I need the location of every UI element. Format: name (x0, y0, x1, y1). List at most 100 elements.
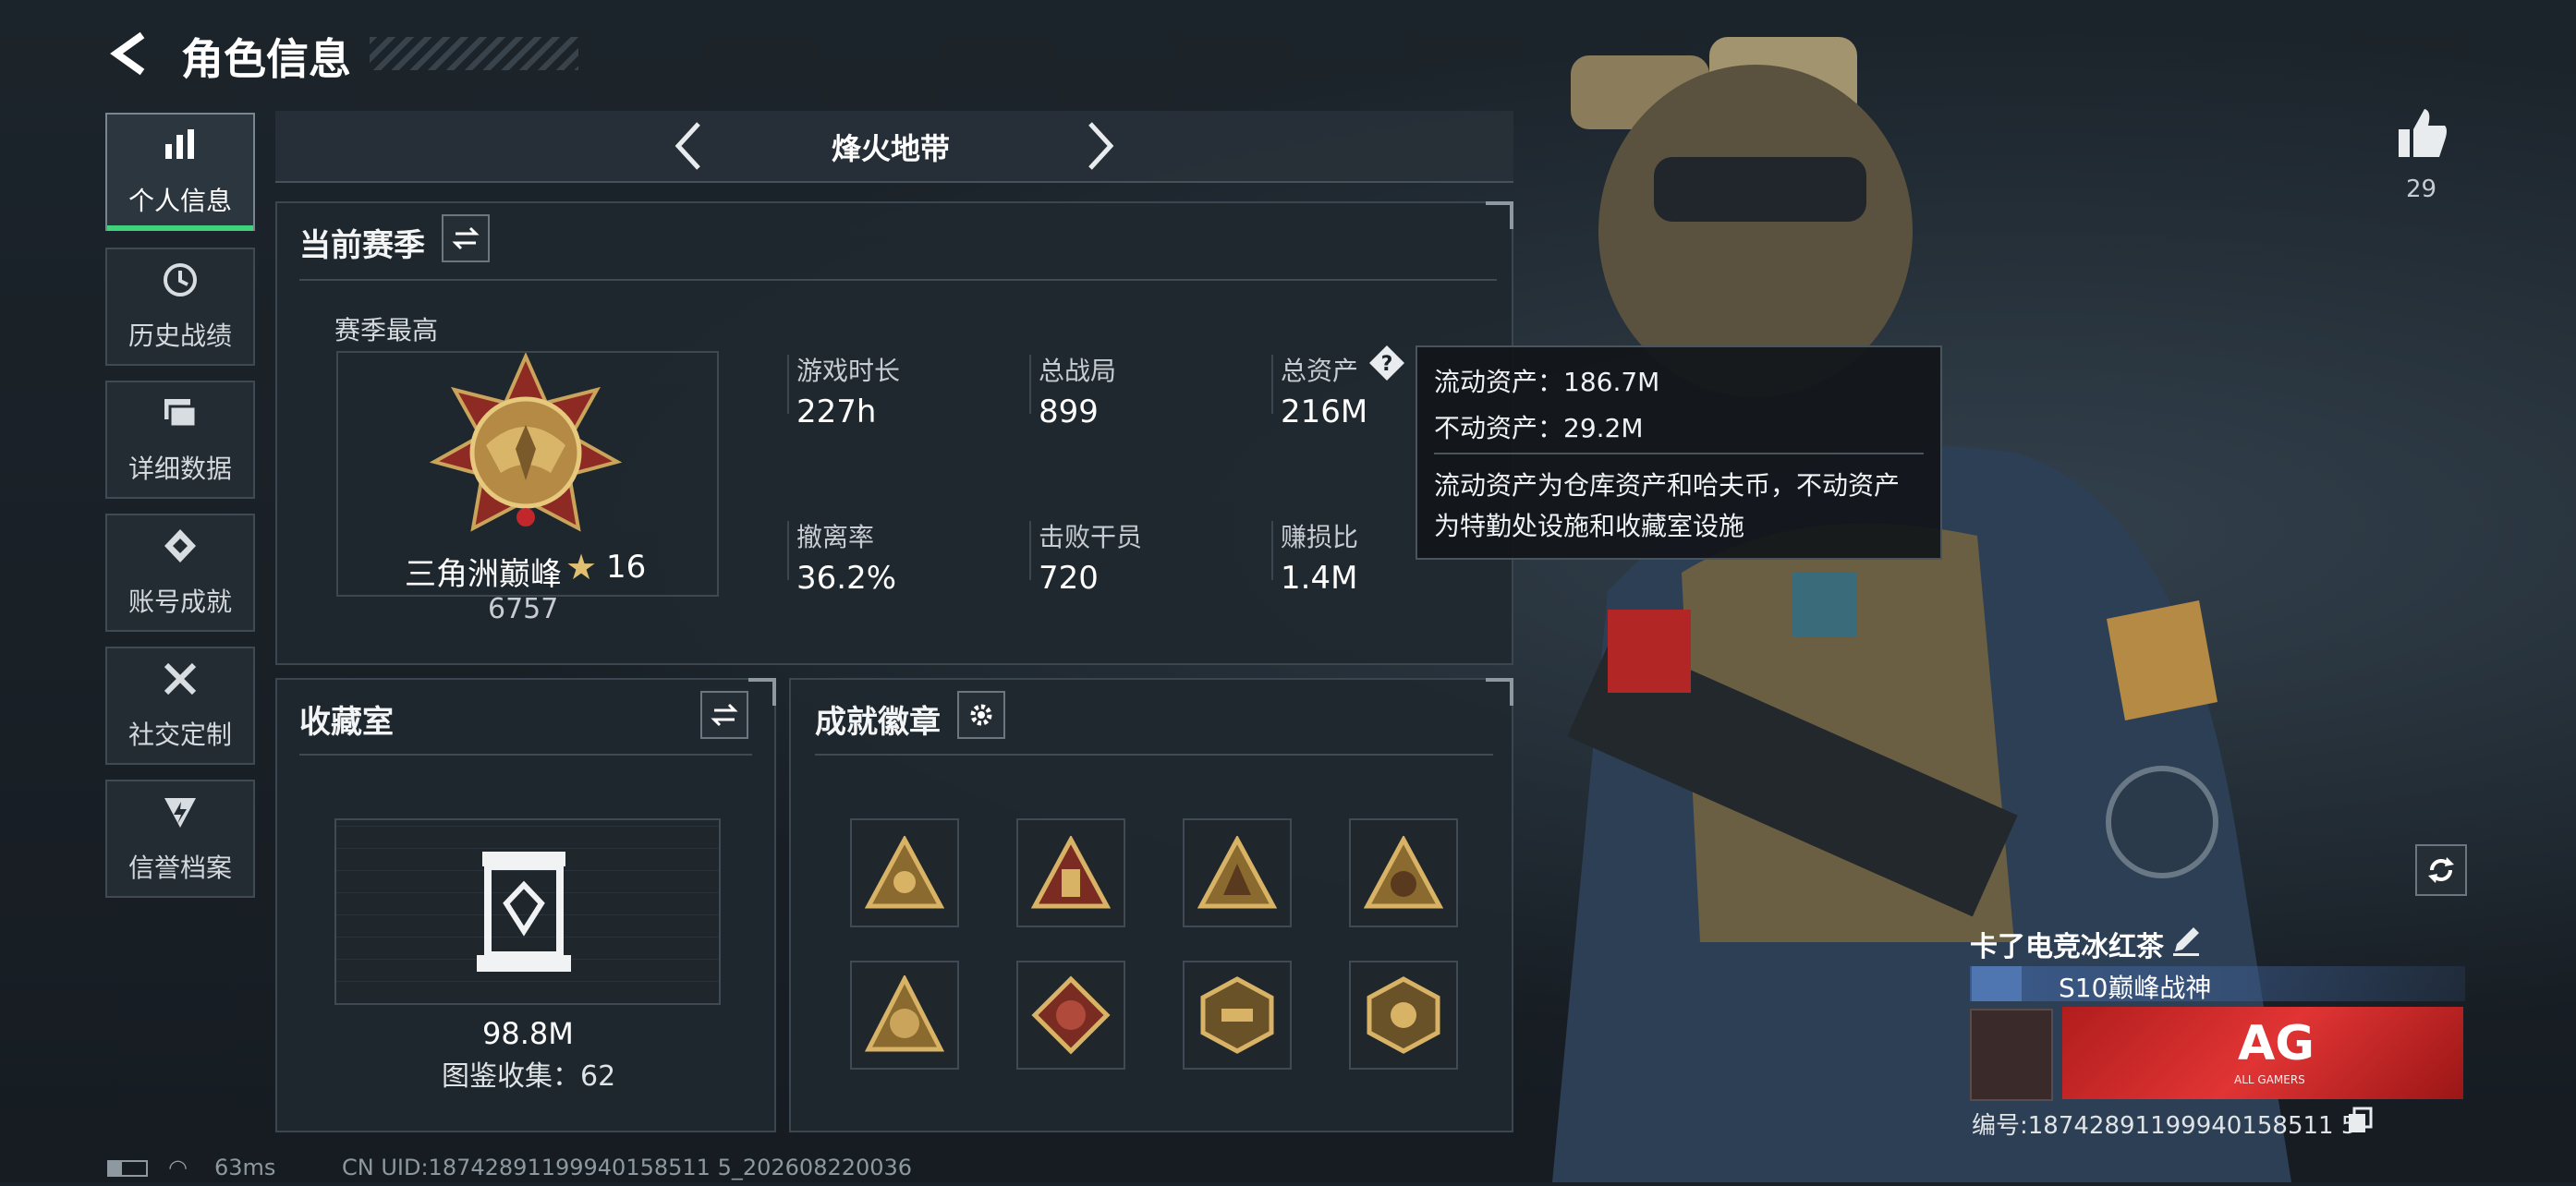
stat-matches-label: 总战局 (1039, 356, 1117, 386)
refresh-icon (2428, 857, 2454, 883)
stat-kills-value: 720 (1039, 560, 1099, 597)
refresh-button[interactable] (2415, 844, 2467, 896)
back-button[interactable] (103, 26, 159, 81)
achievement-badge[interactable] (850, 961, 959, 1070)
player-id: 编号:18742891199940158511 5 (1972, 1112, 2357, 1140)
back-arrow-icon (110, 31, 145, 76)
stat-matches-value: 899 (1039, 393, 1099, 430)
tools-icon (161, 660, 200, 706)
battery-icon (107, 1160, 148, 1177)
clock-icon (161, 260, 200, 307)
folders-icon (161, 393, 200, 440)
collection-value: 98.8M (482, 1016, 574, 1051)
sidebar-item-profile[interactable]: 个人信息 (105, 113, 255, 231)
rank-star-icon: ★ (565, 547, 598, 587)
season-switch-button[interactable] (442, 214, 490, 262)
achievement-badge[interactable] (1349, 961, 1458, 1070)
player-avatar[interactable] (1970, 1009, 2053, 1101)
achievement-badge[interactable] (1183, 818, 1292, 927)
ping-text: 63ms (214, 1155, 276, 1180)
achievements-title: 成就徽章 (815, 704, 941, 741)
season-divider (299, 279, 1497, 281)
bar-chart-icon (162, 126, 199, 172)
chevron-left-icon (674, 122, 700, 170)
stat-extract-label: 撤离率 (796, 522, 875, 552)
achievement-badge[interactable] (1183, 961, 1292, 1070)
edit-name-button[interactable] (2168, 922, 2205, 959)
sidebar-item-achievements[interactable]: 账号成就 (105, 514, 255, 632)
stat-kills-label: 击败干员 (1039, 522, 1143, 552)
rank-name: 三角洲巅峰 (405, 556, 562, 593)
sidebar-item-details[interactable]: 详细数据 (105, 381, 255, 499)
collection-switch-button[interactable] (700, 691, 748, 739)
stat-playtime-value: 227h (796, 393, 877, 430)
copy-icon (2349, 1107, 2373, 1132)
copy-id-button[interactable] (2345, 1105, 2375, 1134)
rank-emblem (421, 352, 630, 549)
thumbs-up-icon (2399, 109, 2447, 157)
stat-profit-label: 赚损比 (1281, 522, 1359, 552)
wifi-icon: ◠ (168, 1155, 188, 1180)
season-title: 当前赛季 (299, 227, 425, 264)
team-banner-logo: AG (2238, 1016, 2315, 1071)
sidebar-item-label: 信誉档案 (128, 853, 232, 883)
sidebar-item-history[interactable]: 历史战绩 (105, 248, 255, 366)
rank-score: 6757 (488, 593, 559, 625)
sidebar-item-label: 历史战绩 (128, 321, 232, 351)
mode-label: 烽火地带 (832, 131, 951, 166)
collection-title: 收藏室 (299, 704, 394, 741)
stat-divider (1271, 521, 1273, 580)
sidebar-item-credit[interactable]: 信誉档案 (105, 780, 255, 898)
player-title: S10巅峰战神 (2059, 973, 2212, 1003)
achievements-settings-button[interactable] (957, 691, 1005, 739)
collection-divider (299, 754, 752, 756)
title-stripes (370, 37, 578, 70)
like-button[interactable] (2393, 103, 2452, 163)
mode-prev-button[interactable] (667, 116, 711, 175)
gear-icon (970, 704, 992, 726)
stat-divider (787, 521, 789, 580)
like-count: 29 (2406, 175, 2437, 203)
tooltip-divider (1434, 453, 1924, 454)
team-banner[interactable]: AG ALL GAMERS (2062, 1007, 2463, 1099)
stat-extract-value: 36.2% (796, 560, 897, 597)
svg-text:?: ? (1381, 353, 1393, 376)
pencil-icon (2173, 927, 2199, 956)
achievement-badge[interactable] (1349, 818, 1458, 927)
tooltip-description-2: 为特勤处设施和收藏室设施 (1434, 511, 1745, 541)
question-icon: ? (1369, 345, 1404, 381)
stat-playtime-label: 游戏时长 (796, 356, 901, 386)
chevron-right-icon (1088, 122, 1114, 170)
stat-profit-value: 1.4M (1281, 560, 1358, 597)
tooltip-liquid-assets: 流动资产：186.7M (1434, 367, 1660, 397)
sidebar-item-label: 详细数据 (128, 454, 232, 484)
mode-next-button[interactable] (1077, 116, 1122, 175)
sidebar-item-label: 社交定制 (128, 720, 232, 750)
team-banner-sub: ALL GAMERS (2234, 1073, 2305, 1086)
stat-divider (1271, 355, 1273, 414)
achievement-badge[interactable] (850, 818, 959, 927)
stat-divider (787, 355, 789, 414)
stat-assets-value: 216M (1281, 393, 1368, 430)
player-title-icon (1972, 966, 2022, 1001)
credit-icon (161, 793, 200, 839)
tooltip-fixed-assets: 不动资产：29.2M (1434, 413, 1644, 443)
assets-tooltip: 流动资产：186.7M 不动资产：29.2M 流动资产为仓库资产和哈夫币，不动资… (1416, 345, 1942, 560)
sidebar-item-label: 账号成就 (128, 587, 232, 617)
sidebar-item-social[interactable]: 社交定制 (105, 647, 255, 765)
collection-count: 图鉴收集：62 (442, 1060, 616, 1093)
stat-divider (1029, 355, 1031, 414)
stat-assets-label: 总资产 (1281, 356, 1359, 386)
display-case-icon (473, 848, 575, 974)
page-title: 角色信息 (181, 34, 351, 84)
achievements-divider (815, 754, 1493, 756)
tooltip-description-1: 流动资产为仓库资产和哈夫币，不动资产 (1434, 470, 1901, 501)
achievement-icon (161, 526, 200, 573)
season-best-label: 赛季最高 (334, 315, 439, 345)
achievement-badge[interactable] (1016, 818, 1125, 927)
uid-text: CN UID:18742891199940158511 5_2026082200… (342, 1155, 913, 1180)
achievement-badge[interactable] (1016, 961, 1125, 1070)
assets-help-button[interactable]: ? (1367, 344, 1406, 382)
swap-icon (711, 703, 738, 727)
swap-icon (452, 226, 480, 250)
